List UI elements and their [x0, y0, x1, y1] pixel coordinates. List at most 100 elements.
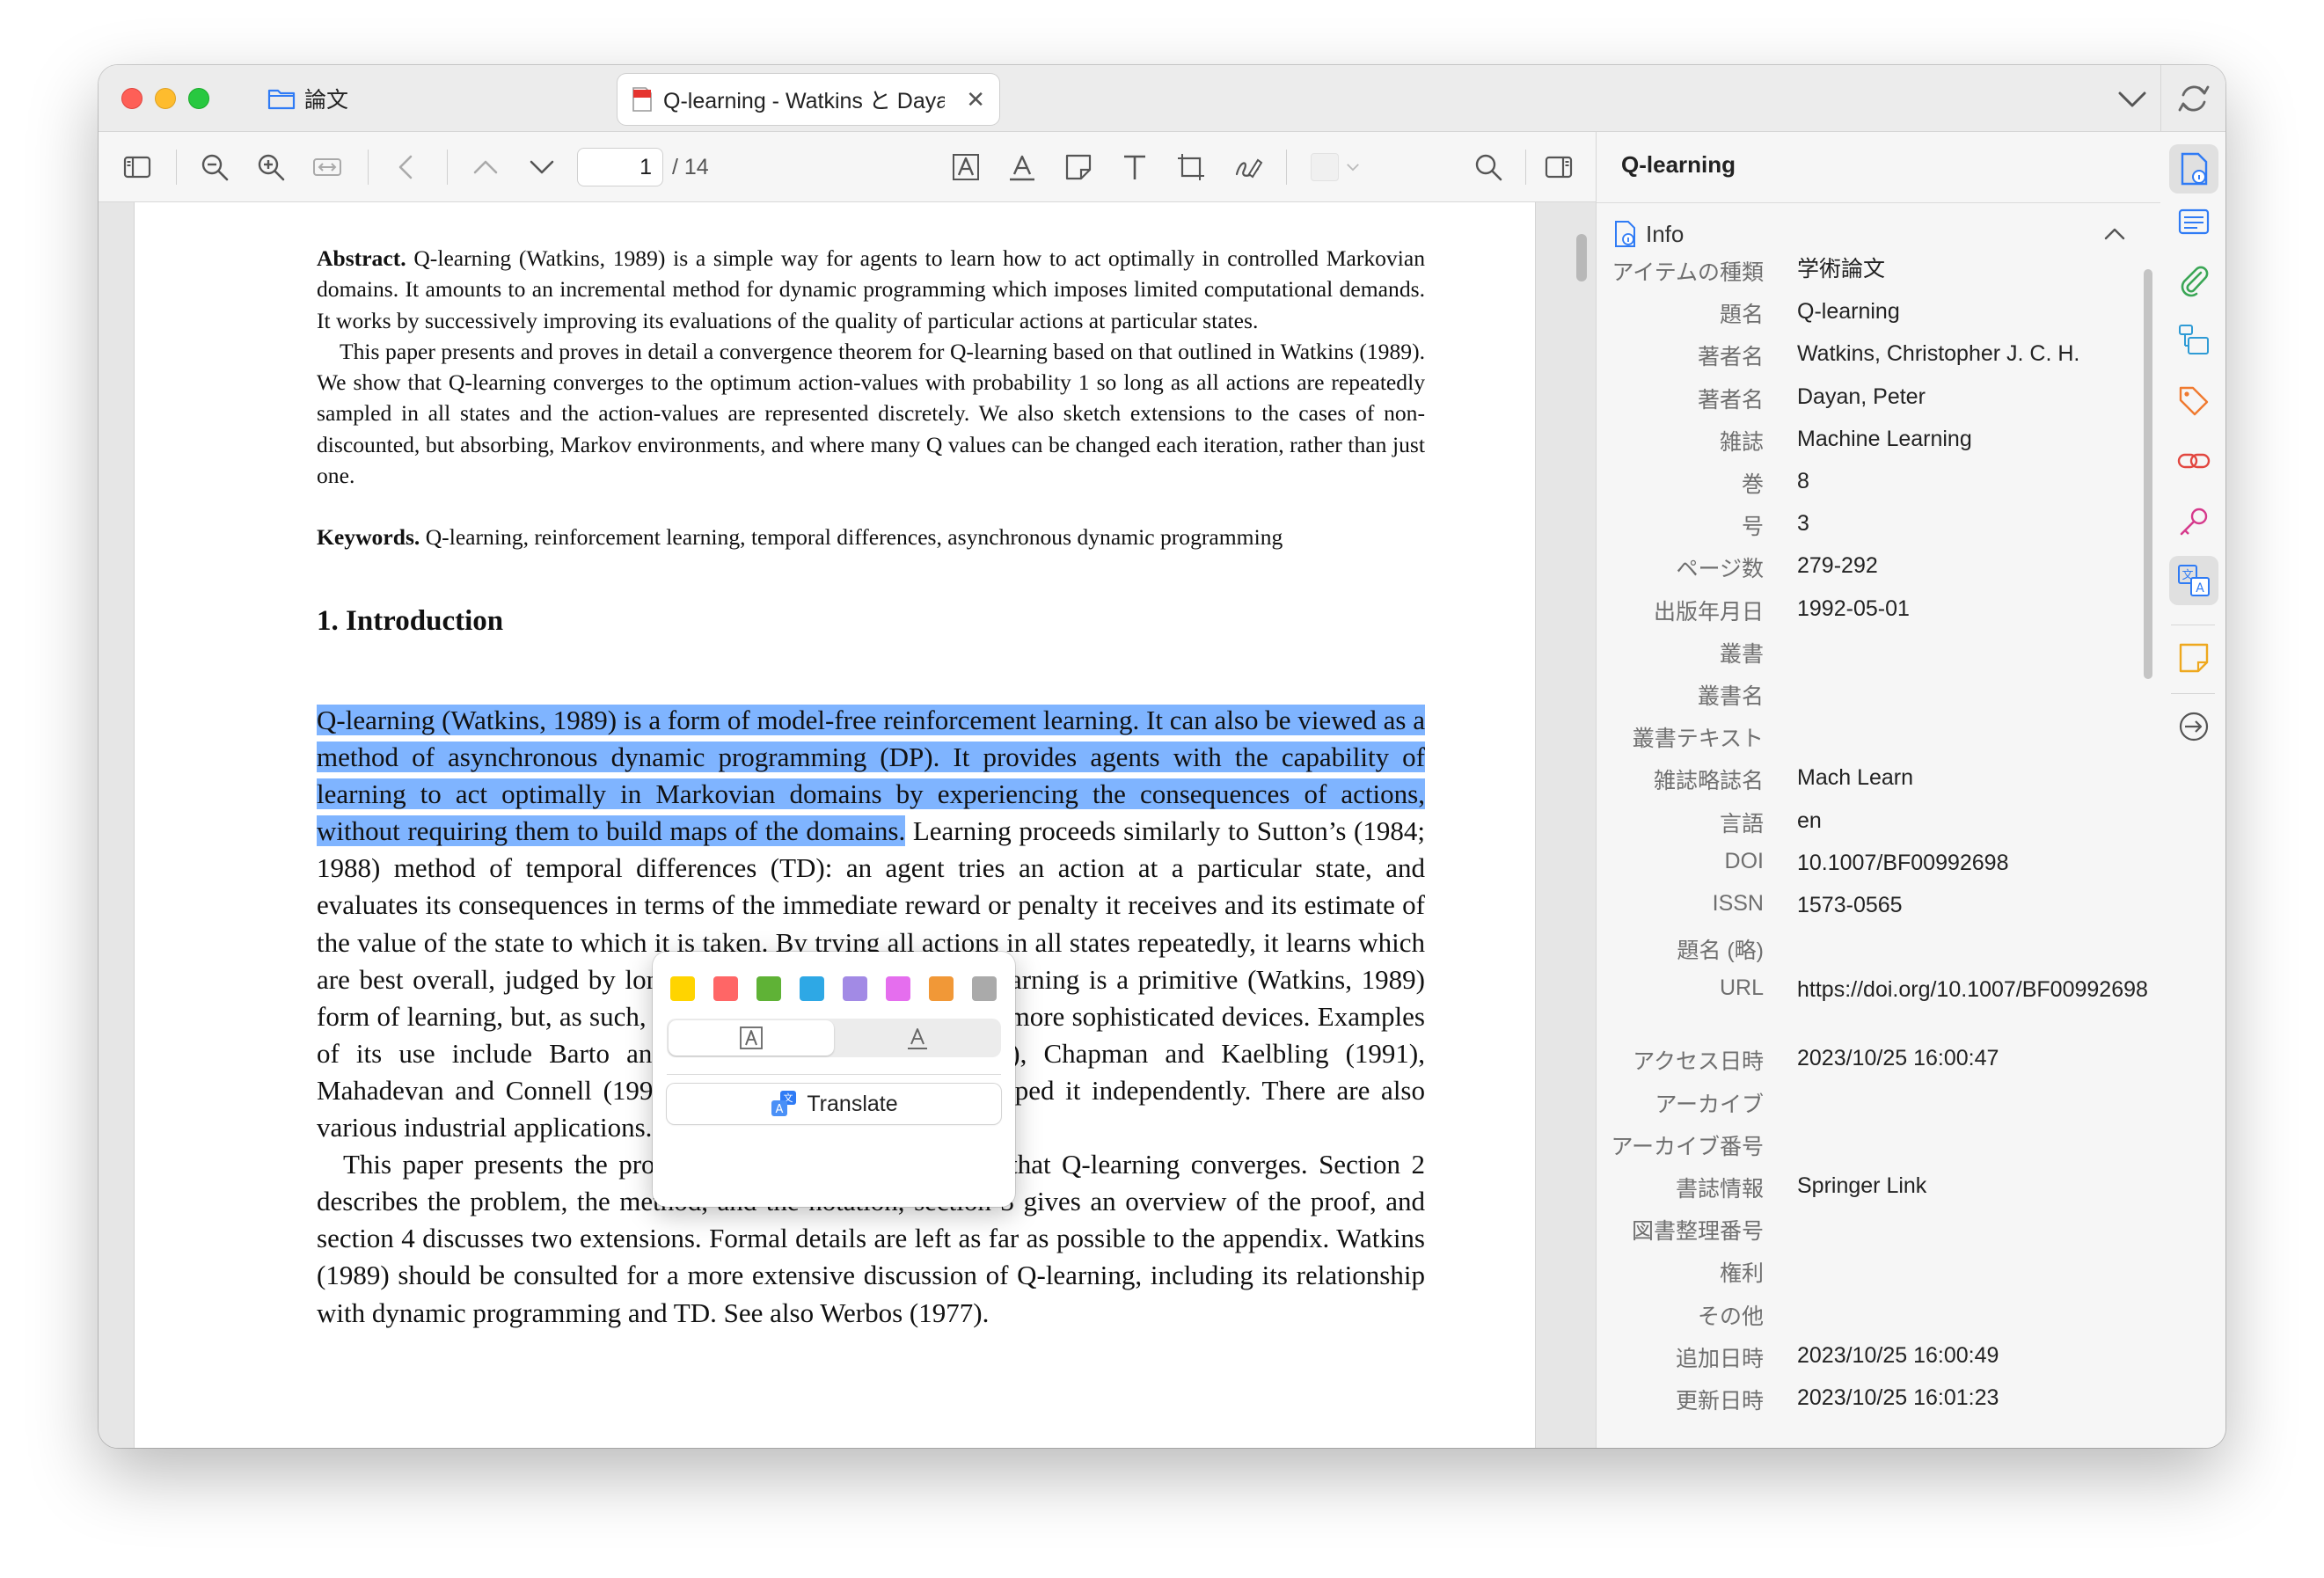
tag-icon[interactable] — [2176, 384, 2211, 419]
highlight-tool-icon[interactable] — [948, 150, 983, 185]
info-field-value[interactable]: Mach Learn — [1797, 763, 2123, 792]
close-window-button[interactable] — [121, 88, 143, 109]
svg-text:A: A — [2196, 581, 2204, 595]
underline-icon — [908, 1028, 927, 1049]
info-field-label: 号 — [1741, 515, 1764, 540]
abstract-paragraph-2: This paper presents and proves in detail… — [317, 338, 1425, 489]
keywords-label: Keywords. — [317, 524, 420, 550]
selection-popup: 文A Translate — [653, 952, 1015, 1207]
reader-toolbar: 1 / 14 — [99, 132, 1596, 202]
close-tab-icon[interactable]: ✕ — [966, 86, 985, 113]
text-tool-icon[interactable] — [1117, 150, 1152, 185]
info-field-value[interactable]: 2023/10/25 16:00:49 — [1797, 1341, 2123, 1370]
annotation-color-swatch[interactable] — [1311, 153, 1339, 181]
pdf-view[interactable]: Abstract. Q-learning (Watkins, 1989) is … — [99, 202, 1596, 1448]
abstract-paragraph-1: Q-learning (Watkins, 1989) is a simple w… — [317, 245, 1425, 333]
library-tab[interactable]: 論文 — [267, 81, 348, 116]
attachment-icon[interactable] — [2176, 262, 2211, 297]
note-icon[interactable] — [2176, 640, 2211, 676]
translate-button[interactable]: 文A Translate — [667, 1084, 1001, 1124]
info-field-label: DOI — [1724, 848, 1764, 873]
libraries-icon[interactable] — [2176, 322, 2211, 357]
info-field-label: その他 — [1697, 1304, 1764, 1329]
zoom-out-icon[interactable] — [197, 150, 232, 185]
color-swatch[interactable] — [800, 976, 824, 1001]
toggle-context-pane-icon[interactable] — [1541, 150, 1576, 185]
draw-tool-icon[interactable] — [1230, 150, 1265, 185]
info-field-label: ページ数 — [1676, 557, 1764, 582]
document-tab[interactable]: Q-learning - Watkins と Dayan ✕ — [618, 74, 999, 125]
info-field-label: 更新日時 — [1675, 1389, 1764, 1414]
info-field-value[interactable]: 3 — [1797, 509, 2123, 537]
next-page-icon[interactable] — [524, 150, 559, 185]
pdf-scrollbar[interactable] — [1576, 234, 1587, 281]
info-field-value[interactable]: Dayan, Peter — [1797, 383, 2123, 411]
info-field-label: アイテムの種類 — [1611, 260, 1764, 285]
info-field-value[interactable]: 1992-05-01 — [1797, 595, 2123, 623]
item-info-pane: Q-learning Info アイテムの種類 学術論文 題名 Q-learning 著… — [1596, 132, 2161, 1448]
info-section-header[interactable]: Info — [1612, 220, 1684, 248]
toggle-sidebar-icon[interactable] — [120, 150, 155, 185]
page-number-input[interactable]: 1 — [577, 148, 663, 186]
highlight-icon — [740, 1026, 763, 1049]
note-tool-icon[interactable] — [1061, 150, 1096, 185]
info-field-value[interactable]: 2023/10/25 16:01:23 — [1797, 1384, 2123, 1412]
info-field-label: アーカイブ — [1655, 1092, 1764, 1117]
info-field-value[interactable]: 279-292 — [1797, 552, 2123, 580]
color-swatch[interactable] — [972, 976, 997, 1001]
info-field-label: ISSN — [1712, 891, 1764, 916]
translate-icon[interactable]: 文A — [2169, 556, 2218, 605]
info-field-value[interactable]: 学術論文 — [1797, 255, 2123, 283]
pdf-page[interactable]: Abstract. Q-learning (Watkins, 1989) is … — [134, 202, 1536, 1448]
info-field-value[interactable]: 8 — [1797, 467, 2123, 495]
color-swatch[interactable] — [929, 976, 954, 1001]
abstract-label: Abstract. — [317, 245, 406, 271]
info-field-value[interactable]: Watkins, Christopher J. C. H. — [1797, 340, 2123, 368]
info-doc-icon[interactable] — [2169, 144, 2218, 194]
chevron-up-icon[interactable] — [2101, 223, 2128, 245]
highlight-option[interactable] — [669, 1020, 834, 1056]
translate-icon: 文A — [771, 1091, 797, 1116]
info-field-value[interactable]: 10.1007/BF00992698 — [1797, 849, 2123, 877]
info-field-value[interactable]: Springer Link — [1797, 1172, 2123, 1200]
fit-width-icon[interactable] — [310, 150, 345, 185]
underline-tool-icon[interactable] — [1005, 150, 1040, 185]
related-icon[interactable] — [2176, 443, 2211, 479]
info-field-value[interactable]: https://doi.org/10.1007/BF00992698 — [1797, 975, 2148, 1004]
info-field-value[interactable]: 2023/10/25 16:00:47 — [1797, 1044, 2123, 1072]
chevron-down-icon[interactable] — [2115, 83, 2150, 114]
underline-option[interactable] — [836, 1020, 999, 1056]
info-doc-icon — [1615, 221, 1635, 247]
color-swatch[interactable] — [670, 976, 695, 1001]
color-swatch[interactable] — [886, 976, 910, 1001]
pdf-icon — [632, 87, 652, 112]
info-pane-scrollbar[interactable] — [2144, 269, 2152, 679]
pane-title: Q-learning — [1621, 151, 1736, 178]
annotation-type-segmented-control — [667, 1019, 1001, 1057]
color-swatch[interactable] — [713, 976, 738, 1001]
back-icon[interactable] — [389, 150, 424, 185]
info-field-label: 叢書 — [1719, 641, 1764, 667]
info-field-value[interactable]: Q-learning — [1797, 297, 2123, 325]
key-icon[interactable] — [2176, 505, 2211, 540]
locate-icon[interactable] — [2176, 709, 2211, 744]
zoom-in-icon[interactable] — [253, 150, 289, 185]
reader-window: 論文 Q-learning - Watkins と Dayan ✕ 1 / 14 — [99, 65, 2225, 1448]
info-field-value[interactable]: 1573-0565 — [1797, 891, 2123, 919]
info-field-value[interactable]: Machine Learning — [1797, 425, 2123, 453]
previous-page-icon[interactable] — [468, 150, 503, 185]
title-bar: 論文 Q-learning - Watkins と Dayan ✕ — [99, 65, 2225, 132]
color-dropdown-icon[interactable] — [1341, 150, 1365, 185]
minimize-window-button[interactable] — [155, 88, 176, 109]
info-field-value[interactable]: en — [1797, 807, 2123, 835]
info-field-label: 言語 — [1719, 811, 1764, 836]
search-icon[interactable] — [1471, 150, 1506, 185]
sync-icon[interactable] — [2174, 79, 2213, 118]
zoom-window-button[interactable] — [188, 88, 209, 109]
abstract-icon[interactable] — [2176, 204, 2211, 239]
color-swatch[interactable] — [843, 976, 867, 1001]
area-tool-icon[interactable] — [1173, 150, 1209, 185]
info-field-label: 出版年月日 — [1653, 599, 1764, 625]
color-swatch[interactable] — [756, 976, 781, 1001]
translate-label: Translate — [807, 1091, 898, 1116]
